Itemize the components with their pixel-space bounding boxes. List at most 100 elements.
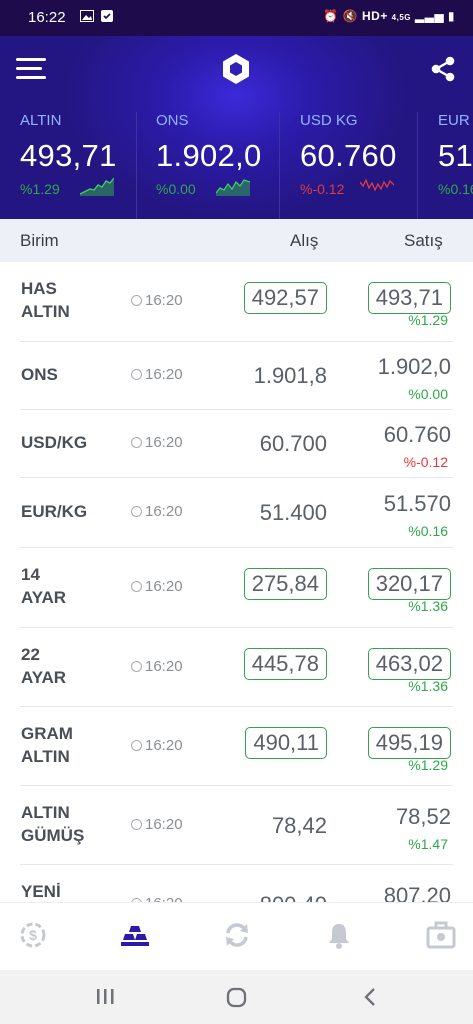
status-indicators: ⏰ 🔇 HD+ 4,5G ▂▃▅ ▮	[323, 9, 455, 23]
svg-text:$: $	[29, 927, 37, 943]
row-time: 16:20	[131, 503, 183, 520]
ticker-strip[interactable]: ALTIN 493,71 %1.29 ONS 1.902,0 %0.00 USD…	[0, 104, 473, 222]
ticker-name: ONS	[156, 112, 189, 129]
row-name: USD/KG	[21, 433, 88, 452]
table-row[interactable]: USD/KG 16:20 60.700 60.760 %-0.12	[0, 410, 473, 478]
clock-icon	[131, 369, 142, 380]
ticker-change: %-0.12	[300, 181, 345, 197]
sparkline-down	[360, 178, 394, 192]
price-list[interactable]: HAS ALTIN 16:20 492,57 493,71 %1.29 ONS 16:20 1…	[0, 262, 473, 902]
row-time-value: 16:20	[145, 503, 183, 520]
row-name: 14 AYAR	[21, 565, 67, 607]
table-row[interactable]: EUR/KG 16:20 51.400 51.570 %0.16	[0, 478, 473, 548]
change-percent: %0.16	[408, 523, 448, 539]
sell-price: 78,52	[395, 803, 451, 829]
battery-icon: ▮	[447, 9, 455, 23]
status-time: 16:22	[28, 9, 66, 26]
ticker-ons[interactable]: ONS 1.902,0 %0.00	[156, 104, 296, 219]
row-time-value: 16:20	[145, 657, 183, 675]
table-row[interactable]: 22 AYAR 16:20 445,78 463,02 %1.36	[0, 628, 473, 707]
header-buy: Alış	[290, 231, 319, 250]
change-percent: %-0.12	[403, 454, 448, 470]
clock-icon	[131, 660, 142, 672]
row-name: HAS ALTIN	[21, 279, 70, 321]
row-time: 16:20	[131, 737, 183, 754]
ticker-name: USD KG	[300, 112, 358, 129]
sell-price: 493,71	[367, 282, 451, 314]
table-row[interactable]: 14 AYAR 16:20 275,84 320,17 %1.36	[0, 548, 473, 628]
clock-icon	[131, 295, 142, 306]
row-time-value: 16:20	[145, 815, 183, 833]
ticker-value: 60.760	[300, 138, 397, 173]
table-row[interactable]: ALTIN GÜMÜŞ 16:20 78,42 78,52 %1.47	[0, 786, 473, 865]
row-name: ONS	[21, 365, 58, 384]
row-name: GRAM ALTIN	[21, 723, 73, 766]
row-time: 16:20	[131, 578, 183, 595]
change-percent: %1.29	[408, 756, 448, 773]
buy-price: 60.700	[259, 431, 327, 456]
buy-price: 800,40	[260, 892, 327, 902]
currency-exchange-icon[interactable]: $	[17, 919, 49, 951]
gold-bars-icon[interactable]	[119, 919, 151, 951]
sell-price: 463,02	[367, 647, 451, 680]
ticker-eur-kg[interactable]: EUR KG 51.570 %0.16	[438, 104, 473, 219]
ticker-change: %1.29	[20, 181, 60, 197]
hamburger-menu-icon[interactable]	[16, 58, 48, 80]
bottom-nav: $	[0, 902, 473, 970]
ticker-value: 1.902,0	[156, 138, 262, 173]
row-time-value: 16:20	[145, 366, 183, 383]
portfolio-icon[interactable]	[425, 919, 457, 951]
row-name: EUR/KG	[21, 502, 88, 521]
ticker-usd-kg[interactable]: USD KG 60.760 %-0.12	[300, 104, 440, 219]
row-time-value: 16:20	[145, 895, 183, 902]
buy-price: 445,78	[243, 647, 327, 680]
download-notification-icon	[101, 10, 113, 25]
clock-icon	[131, 739, 142, 751]
app-root: 16:22 ⏰ 🔇 HD+ 4,5G ▂▃▅ ▮ ALTIN 493,71 %1…	[0, 0, 473, 1024]
table-row[interactable]: HAS ALTIN 16:20 492,57 493,71 %1.29	[0, 262, 473, 342]
buy-price: 78,42	[271, 812, 327, 838]
row-time: 16:20	[131, 895, 183, 902]
table-row[interactable]: GRAM ALTIN 16:20 490,11 495,19 %1.29	[0, 707, 473, 786]
ticker-divider	[136, 112, 137, 222]
status-bar: 16:22 ⏰ 🔇 HD+ 4,5G ▂▃▅ ▮	[0, 0, 473, 36]
buy-price: 492,57	[243, 282, 327, 314]
bell-alarm-icon[interactable]	[323, 919, 355, 951]
table-header: Birim Alış Satış	[0, 219, 473, 262]
clock-icon	[131, 581, 142, 592]
sell-price: 1.902,0	[377, 354, 451, 379]
buy-price: 490,11	[245, 726, 327, 759]
recent-apps-icon[interactable]	[96, 987, 116, 1012]
sell-price: 60.760	[383, 422, 451, 447]
row-name: YENİ ÇEYREK	[21, 882, 61, 901]
ticker-divider	[417, 112, 418, 222]
row-time: 16:20	[131, 658, 183, 675]
ticker-change: %0.16	[438, 181, 473, 197]
change-percent: %1.29	[408, 312, 448, 328]
clock-icon	[131, 818, 142, 830]
ticker-name: EUR KG	[438, 112, 473, 129]
system-nav-bar	[0, 970, 473, 1024]
network-sub-label: 4,5G	[391, 13, 412, 22]
sell-price: 51.570	[383, 491, 451, 516]
header-sell: Satış	[404, 231, 443, 250]
network-label: HD+	[361, 9, 388, 23]
change-percent: %0.00	[408, 386, 448, 402]
gallery-notification-icon	[80, 10, 94, 25]
change-percent: %1.47	[408, 835, 448, 852]
ticker-altin[interactable]: ALTIN 493,71 %1.29	[20, 104, 160, 219]
row-time-value: 16:20	[145, 434, 183, 451]
converter-refresh-icon[interactable]	[221, 919, 253, 951]
buy-price: 51.400	[259, 500, 327, 525]
row-name: ALTIN GÜMÜŞ	[21, 802, 85, 845]
share-icon[interactable]	[428, 54, 458, 84]
hexagon-logo-icon	[219, 52, 253, 86]
table-row[interactable]: YENİ ÇEYREK 16:20 800,40 807,20	[0, 865, 473, 902]
row-time: 16:20	[131, 366, 183, 383]
row-time-value: 16:20	[145, 736, 183, 754]
row-time-value: 16:20	[145, 292, 183, 309]
home-icon[interactable]	[226, 987, 248, 1014]
back-icon[interactable]	[362, 987, 378, 1014]
sell-price: 495,19	[367, 726, 451, 759]
table-row[interactable]: ONS 16:20 1.901,8 1.902,0 %0.00	[0, 342, 473, 410]
